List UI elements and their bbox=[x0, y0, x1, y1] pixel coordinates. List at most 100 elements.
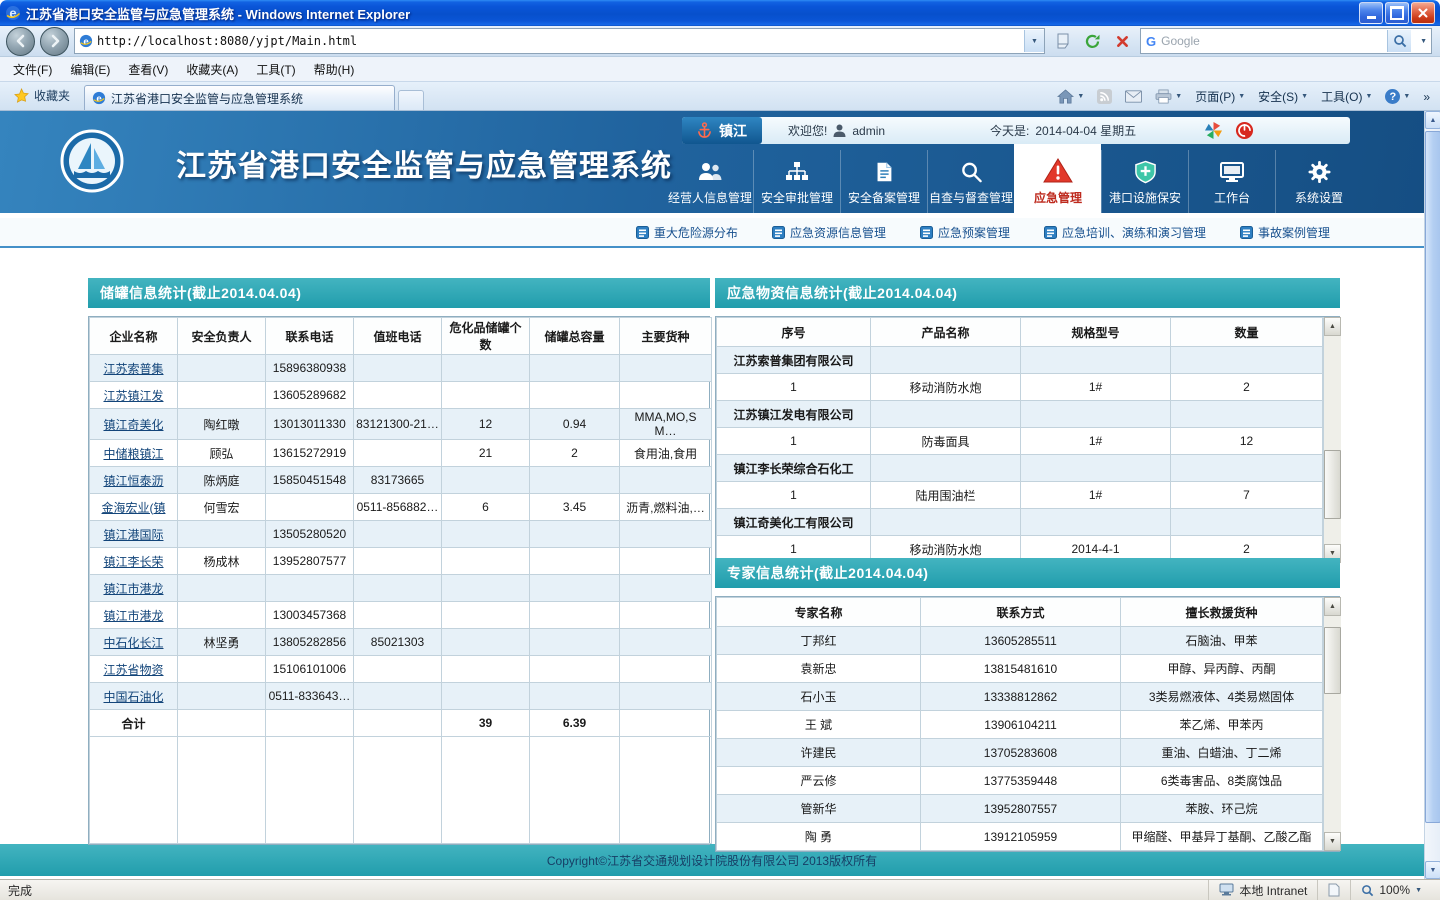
menu-item[interactable]: 工具(T) bbox=[247, 57, 304, 82]
phone-cell: 13952807577 bbox=[265, 547, 354, 575]
scrollbar-thumb[interactable] bbox=[1425, 131, 1440, 823]
pinwheel-home-button[interactable] bbox=[1204, 121, 1223, 140]
read-mail-button[interactable] bbox=[1125, 90, 1143, 103]
print-button[interactable]: ▼ bbox=[1155, 89, 1182, 104]
nav-item-emergency-management[interactable]: 应急管理 bbox=[1014, 144, 1101, 213]
company-link[interactable]: 江苏省物资 bbox=[103, 663, 163, 677]
expert-phone-cell: 13705283608 bbox=[920, 738, 1121, 767]
company-link[interactable]: 中储粮镇江 bbox=[103, 447, 163, 461]
company-link[interactable]: 江苏索普集 bbox=[103, 362, 163, 376]
cargo-cell bbox=[619, 682, 712, 710]
favorites-button[interactable]: 收藏夹 bbox=[6, 83, 78, 110]
search-dropdown-arrow[interactable]: ▼ bbox=[1416, 38, 1431, 45]
company-link[interactable]: 金海宏业(镇 bbox=[102, 501, 166, 515]
company-link[interactable]: 镇江港国际 bbox=[103, 528, 163, 542]
column-header: 危化品储罐个数 bbox=[441, 317, 530, 355]
port-logo-icon bbox=[60, 129, 124, 193]
company-link[interactable]: 镇江奇美化 bbox=[103, 418, 163, 432]
scroll-up-icon[interactable]: ▲ bbox=[1324, 597, 1341, 616]
scroll-down-icon[interactable]: ▼ bbox=[1324, 832, 1341, 851]
expert-name-cell: 严云修 bbox=[716, 766, 921, 795]
page-title: 江苏省港口安全监管与应急管理系统 bbox=[176, 150, 672, 183]
menu-item[interactable]: 查看(V) bbox=[119, 57, 177, 82]
company-link[interactable]: 中石化长江 bbox=[103, 636, 163, 650]
cargo-cell bbox=[619, 466, 712, 494]
tools-menu-button[interactable]: 工具(O) ▼ bbox=[1321, 88, 1372, 105]
subnav-item[interactable]: 应急预案管理 bbox=[919, 224, 1010, 241]
back-button[interactable] bbox=[6, 26, 35, 56]
company-link[interactable]: 镇江市港龙 bbox=[103, 582, 163, 596]
zoom-control[interactable]: 100% ▼ bbox=[1350, 880, 1432, 900]
table-cell bbox=[870, 346, 1021, 374]
browser-tab[interactable]: e 江苏省港口安全监管与应急管理系统 bbox=[84, 85, 396, 110]
search-box[interactable]: G Google ▼ bbox=[1140, 28, 1432, 54]
subnav-item[interactable]: 事故案例管理 bbox=[1239, 224, 1330, 241]
nav-item-safety-filing[interactable]: 安全备案管理 bbox=[840, 150, 927, 213]
menu-item[interactable]: 文件(F) bbox=[4, 57, 61, 82]
duty-phone-cell bbox=[353, 547, 442, 575]
port-selector[interactable]: 镇江 bbox=[682, 117, 762, 144]
menu-item[interactable]: 收藏夹(A) bbox=[177, 57, 247, 82]
nav-item-workbench[interactable]: 工作台 bbox=[1188, 150, 1275, 213]
table-cell bbox=[1020, 346, 1171, 374]
nav-item-operator-info[interactable]: 经营人信息管理 bbox=[667, 150, 753, 213]
logout-button[interactable] bbox=[1235, 121, 1254, 140]
company-link[interactable]: 中国石油化 bbox=[103, 690, 163, 704]
search-button[interactable] bbox=[1387, 30, 1412, 52]
company-link[interactable]: 镇江李长荣 bbox=[103, 555, 163, 569]
scroll-up-icon[interactable]: ▲ bbox=[1425, 111, 1440, 129]
nav-item-safety-approval[interactable]: 安全审批管理 bbox=[753, 150, 840, 213]
quantity-cell: 7 bbox=[1170, 481, 1323, 509]
supplies-scrollbar[interactable]: ▲ ▼ bbox=[1323, 317, 1341, 563]
address-dropdown-arrow[interactable]: ▼ bbox=[1024, 30, 1044, 52]
company-link[interactable]: 江苏镇江发 bbox=[103, 389, 163, 403]
feeds-button[interactable] bbox=[1097, 89, 1113, 104]
safety-menu-button[interactable]: 安全(S) ▼ bbox=[1258, 88, 1308, 105]
minimize-button[interactable] bbox=[1359, 2, 1383, 24]
subnav-item[interactable]: 重大危险源分布 bbox=[635, 224, 738, 241]
menu-item[interactable]: 帮助(H) bbox=[305, 57, 364, 82]
close-button[interactable] bbox=[1411, 2, 1435, 24]
scrollbar-thumb[interactable] bbox=[1324, 450, 1341, 519]
new-tab-button[interactable] bbox=[398, 90, 425, 110]
expert-name-cell: 陶 勇 bbox=[716, 822, 921, 851]
subnav-label: 应急培训、演练和演习管理 bbox=[1061, 225, 1206, 240]
nav-item-system-settings[interactable]: 系统设置 bbox=[1275, 150, 1362, 213]
company-link[interactable]: 镇江市港龙 bbox=[103, 609, 163, 623]
toolbar-overflow-button[interactable]: » bbox=[1423, 90, 1430, 104]
company-link[interactable]: 镇江恒泰沥 bbox=[103, 474, 163, 488]
page-menu-button[interactable]: 页面(P) ▼ bbox=[1195, 88, 1245, 105]
scroll-down-icon[interactable]: ▼ bbox=[1425, 861, 1440, 879]
compatibility-view-button[interactable] bbox=[1050, 29, 1075, 54]
product-cell: 移动消防水炮 bbox=[870, 373, 1021, 401]
expert-table-row: 陶 勇 13912105959 甲缩醛、甲基异丁基酮、乙酸乙酯 bbox=[716, 822, 1323, 851]
empty-cell bbox=[619, 736, 712, 844]
menu-item[interactable]: 编辑(E) bbox=[61, 57, 119, 82]
scrollbar-thumb[interactable] bbox=[1324, 626, 1341, 694]
page-header: 江苏省港口安全监管与应急管理系统 镇江 欢迎您! admin 今天是: 2014… bbox=[0, 111, 1424, 213]
stop-button[interactable] bbox=[1110, 29, 1135, 54]
expert-table-row: 王 斌 13906104211 苯乙烯、甲苯丙 bbox=[716, 710, 1323, 739]
scroll-up-icon[interactable]: ▲ bbox=[1324, 317, 1341, 336]
nav-item-self-inspection[interactable]: 自查与督查管理 bbox=[927, 150, 1014, 213]
subnav-item[interactable]: 应急资源信息管理 bbox=[771, 224, 886, 241]
nav-item-port-security[interactable]: 港口设施保安 bbox=[1101, 150, 1188, 213]
subnav-item[interactable]: 应急培训、演练和演习管理 bbox=[1043, 224, 1206, 241]
refresh-button[interactable] bbox=[1080, 29, 1105, 54]
browser-scrollbar[interactable]: ▲ ▼ bbox=[1424, 111, 1440, 879]
title-bar[interactable]: e 江苏省港口安全监管与应急管理系统 - Windows Internet Ex… bbox=[0, 0, 1440, 26]
subnav-doc-icon bbox=[771, 225, 785, 239]
address-url[interactable]: http://localhost:8080/yjpt/Main.html bbox=[97, 34, 1020, 48]
expert-phone-cell: 13338812862 bbox=[920, 682, 1121, 711]
address-field[interactable]: e http://localhost:8080/yjpt/Main.html ▼ bbox=[74, 28, 1045, 54]
search-input[interactable]: Google bbox=[1161, 34, 1382, 48]
experts-scrollbar[interactable]: ▲ ▼ bbox=[1323, 597, 1341, 851]
help-button[interactable]: ? ▼ bbox=[1385, 89, 1410, 104]
quantity-cell: 2 bbox=[1170, 373, 1323, 401]
forward-button[interactable] bbox=[40, 26, 69, 56]
spec-cell: 1# bbox=[1020, 481, 1171, 509]
maximize-button[interactable] bbox=[1385, 2, 1409, 24]
home-button[interactable]: ▼ bbox=[1057, 89, 1084, 104]
main-navigation: 经营人信息管理 安全审批管理 安全备案管理 自查与督查管理 应急管理 港口设施保… bbox=[667, 144, 1362, 213]
column-header: 专家名称 bbox=[716, 597, 921, 627]
